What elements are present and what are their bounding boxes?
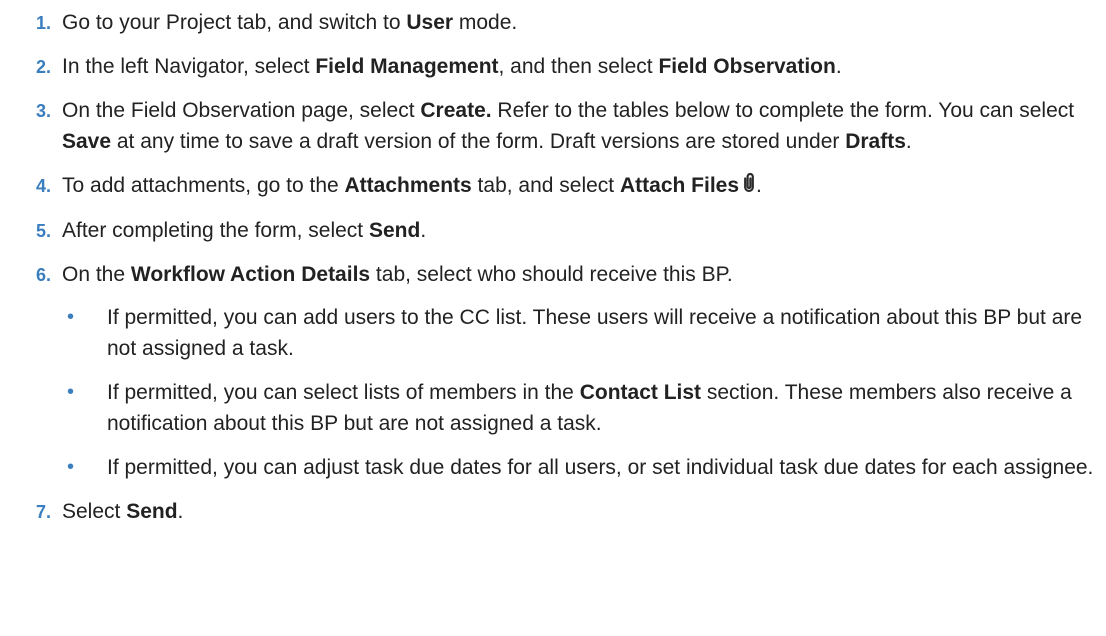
keyword-attachments: Attachments xyxy=(344,174,472,197)
text-segment: tab, select who should receive this BP. xyxy=(370,263,733,286)
step-7: 7. Select Send. xyxy=(0,496,1106,527)
step-text: To add attachments, go to the Attachment… xyxy=(62,170,1096,202)
text-segment: After completing the form, select xyxy=(62,219,369,242)
step-3: 3. On the Field Observation page, select… xyxy=(0,95,1106,157)
bullet-item-contact-list: • If permitted, you can select lists of … xyxy=(62,377,1096,439)
step-text: Select Send. xyxy=(62,496,1096,527)
text-segment: Go to your Project tab, and switch to xyxy=(62,11,407,34)
step-1: 1. Go to your Project tab, and switch to… xyxy=(0,7,1106,38)
keyword-field-observation: Field Observation xyxy=(658,55,836,78)
step-6: 6. On the Workflow Action Details tab, s… xyxy=(0,259,1106,483)
paperclip-icon xyxy=(742,171,756,202)
step-text: In the left Navigator, select Field Mana… xyxy=(62,51,1096,82)
bullet-item-due-dates: • If permitted, you can adjust task due … xyxy=(62,452,1096,483)
keyword-contact-list: Contact List xyxy=(579,381,702,404)
keyword-attach-files: Attach Files xyxy=(619,174,740,197)
keyword-user: User xyxy=(406,11,454,34)
step-number: 6. xyxy=(36,265,52,285)
text-segment: . xyxy=(756,174,762,197)
step-text: On the Field Observation page, select Cr… xyxy=(62,95,1096,157)
bullet-marker: • xyxy=(67,456,75,478)
bullet-marker: • xyxy=(67,306,75,328)
text-segment: To add attachments, go to the xyxy=(62,174,345,197)
bullet-text: If permitted, you can adjust task due da… xyxy=(107,456,1094,479)
text-segment: . xyxy=(177,500,184,523)
text-segment: Select xyxy=(62,500,127,523)
bullet-item-cc-list: • If permitted, you can add users to the… xyxy=(62,302,1096,364)
text-segment: On the Field Observation page, select xyxy=(62,99,421,122)
step-text: Go to your Project tab, and switch to Us… xyxy=(62,7,1096,38)
text-segment: , and then select xyxy=(498,55,659,78)
text-segment: at any time to save a draft version of t… xyxy=(111,130,846,153)
step-text: After completing the form, select Send. xyxy=(62,215,1096,246)
keyword-workflow-action-details: Workflow Action Details xyxy=(130,263,371,286)
bullet-marker: • xyxy=(67,381,75,403)
keyword-field-management: Field Management xyxy=(315,55,499,78)
keyword-send: Send xyxy=(368,219,421,242)
step-number: 4. xyxy=(36,176,52,196)
bullet-text: If permitted, you can add users to the C… xyxy=(107,306,1083,360)
step-number: 2. xyxy=(36,57,52,77)
keyword-send: Send xyxy=(126,500,178,523)
text-segment: . xyxy=(835,55,842,78)
steps-list: 1. Go to your Project tab, and switch to… xyxy=(0,7,1106,527)
text-segment: mode. xyxy=(453,11,518,34)
procedure-page: 1. Go to your Project tab, and switch to… xyxy=(0,0,1106,636)
keyword-drafts: Drafts xyxy=(845,130,906,153)
text-segment: Refer to the tables below to complete th… xyxy=(491,99,1075,122)
sub-bullet-list: • If permitted, you can add users to the… xyxy=(62,302,1096,483)
bullet-text: If permitted, you can select lists of me… xyxy=(107,381,580,404)
text-segment: . xyxy=(905,130,912,153)
step-number: 1. xyxy=(36,13,52,33)
step-number: 3. xyxy=(36,101,52,121)
keyword-save: Save xyxy=(62,130,112,153)
text-segment: tab, and select xyxy=(471,174,620,197)
step-number: 7. xyxy=(36,502,52,522)
step-4: 4. To add attachments, go to the Attachm… xyxy=(0,170,1106,202)
step-5: 5. After completing the form, select Sen… xyxy=(0,215,1106,246)
text-segment: . xyxy=(420,219,427,242)
text-segment: In the left Navigator, select xyxy=(62,55,316,78)
step-2: 2. In the left Navigator, select Field M… xyxy=(0,51,1106,82)
step-text: On the Workflow Action Details tab, sele… xyxy=(62,259,1096,290)
keyword-create: Create. xyxy=(420,99,492,122)
step-number: 5. xyxy=(36,221,52,241)
text-segment: On the xyxy=(62,263,131,286)
